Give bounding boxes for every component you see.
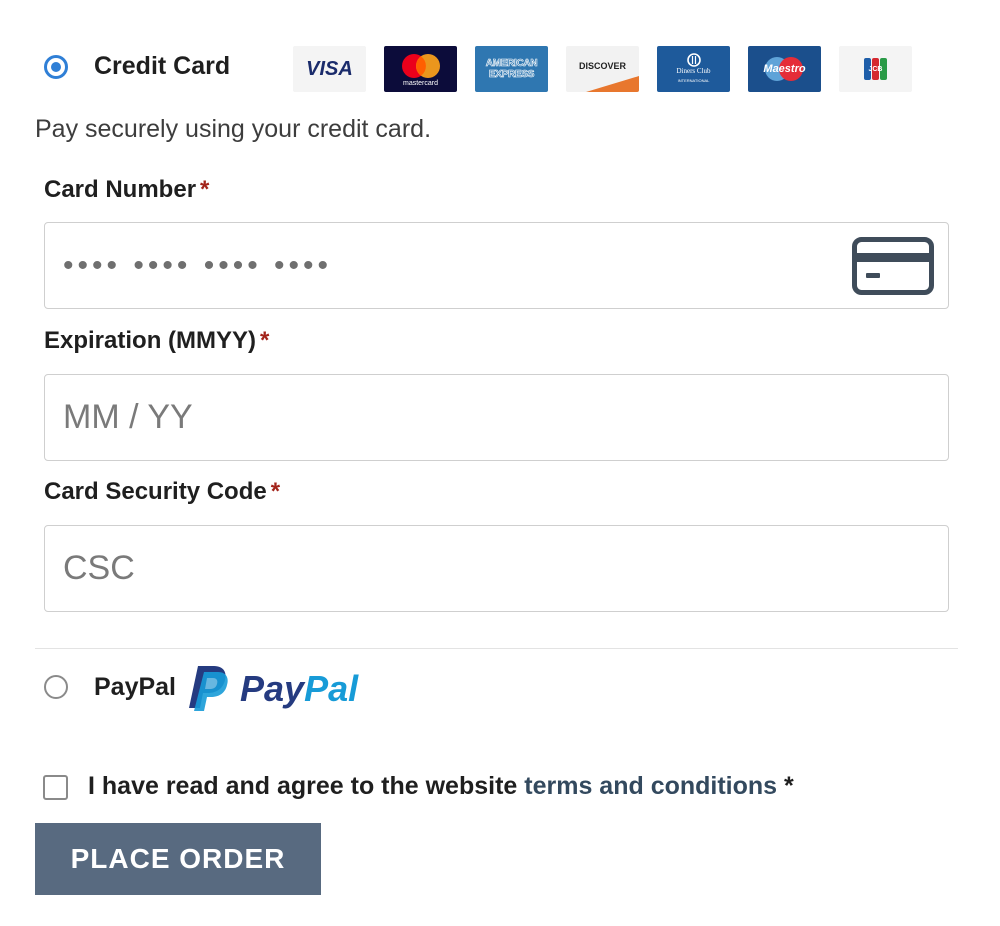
mastercard-circles-icon <box>401 53 440 78</box>
card-number-label-text: Card Number <box>44 176 197 203</box>
paypal-label[interactable]: PayPal <box>94 673 176 702</box>
diners-logo-subtext: INTERNATIONAL <box>677 78 710 83</box>
required-mark: * <box>270 478 281 505</box>
credit-card-description: Pay securely using your credit card. <box>35 115 432 143</box>
maestro-logo-text: Maestro <box>763 63 806 75</box>
maestro-logo: Maestro <box>748 46 821 92</box>
security-code-label-text: Card Security Code <box>44 478 267 505</box>
discover-logo-text: DISCOVER <box>578 61 626 71</box>
place-order-button[interactable]: PLACE ORDER <box>35 823 321 895</box>
credit-card-radio[interactable] <box>44 55 68 79</box>
diners-club-circle-icon <box>686 53 701 67</box>
diners-club-logo: Diners Club INTERNATIONAL <box>657 46 730 92</box>
amex-line1: AMERICAN <box>485 58 538 70</box>
jcb-logo: JCB <box>839 46 912 92</box>
visa-logo: VISA <box>293 46 366 92</box>
terms-text: I have read and agree to the website <box>88 772 525 800</box>
terms-checkbox[interactable] <box>43 775 68 800</box>
diners-logo-text: Diners Club <box>676 67 711 75</box>
card-number-input[interactable] <box>45 223 948 308</box>
card-number-field[interactable] <box>44 222 949 309</box>
mastercard-logo-text: mastercard <box>402 79 438 87</box>
jcb-logo-text: JCB <box>868 65 883 73</box>
paypal-logo-text-pal: Pal <box>304 668 359 709</box>
credit-card-label[interactable]: Credit Card <box>94 52 230 81</box>
amex-line2: EXPRESS <box>488 69 535 81</box>
terms-label: I have read and agree to the website ter… <box>88 772 794 801</box>
security-code-input[interactable] <box>45 526 948 611</box>
expiration-label: Expiration (MMYY) * <box>44 327 269 355</box>
visa-logo-text: VISA <box>306 57 353 80</box>
terms-required-mark: * <box>784 772 794 800</box>
required-mark: * <box>260 327 270 354</box>
card-brand-logos: VISA mastercard AMERICAN EXPRESS DISCOVE… <box>293 46 912 92</box>
paypal-radio[interactable] <box>44 675 68 699</box>
expiration-input[interactable] <box>45 375 948 460</box>
card-number-label: Card Number * <box>44 176 209 204</box>
terms-link[interactable]: terms and conditions <box>524 772 777 800</box>
expiration-label-text: Expiration (MMYY) <box>44 327 257 354</box>
security-code-field[interactable] <box>44 525 949 612</box>
american-express-logo: AMERICAN EXPRESS <box>475 46 548 92</box>
security-code-label: Card Security Code * <box>44 478 280 506</box>
required-mark: * <box>200 176 210 203</box>
divider <box>35 648 958 649</box>
paypal-logo-text-pay: Pay <box>240 668 305 709</box>
mastercard-logo: mastercard <box>384 46 457 92</box>
credit-card-icon <box>852 237 934 295</box>
discover-logo: DISCOVER <box>566 46 639 92</box>
expiration-field[interactable] <box>44 374 949 461</box>
